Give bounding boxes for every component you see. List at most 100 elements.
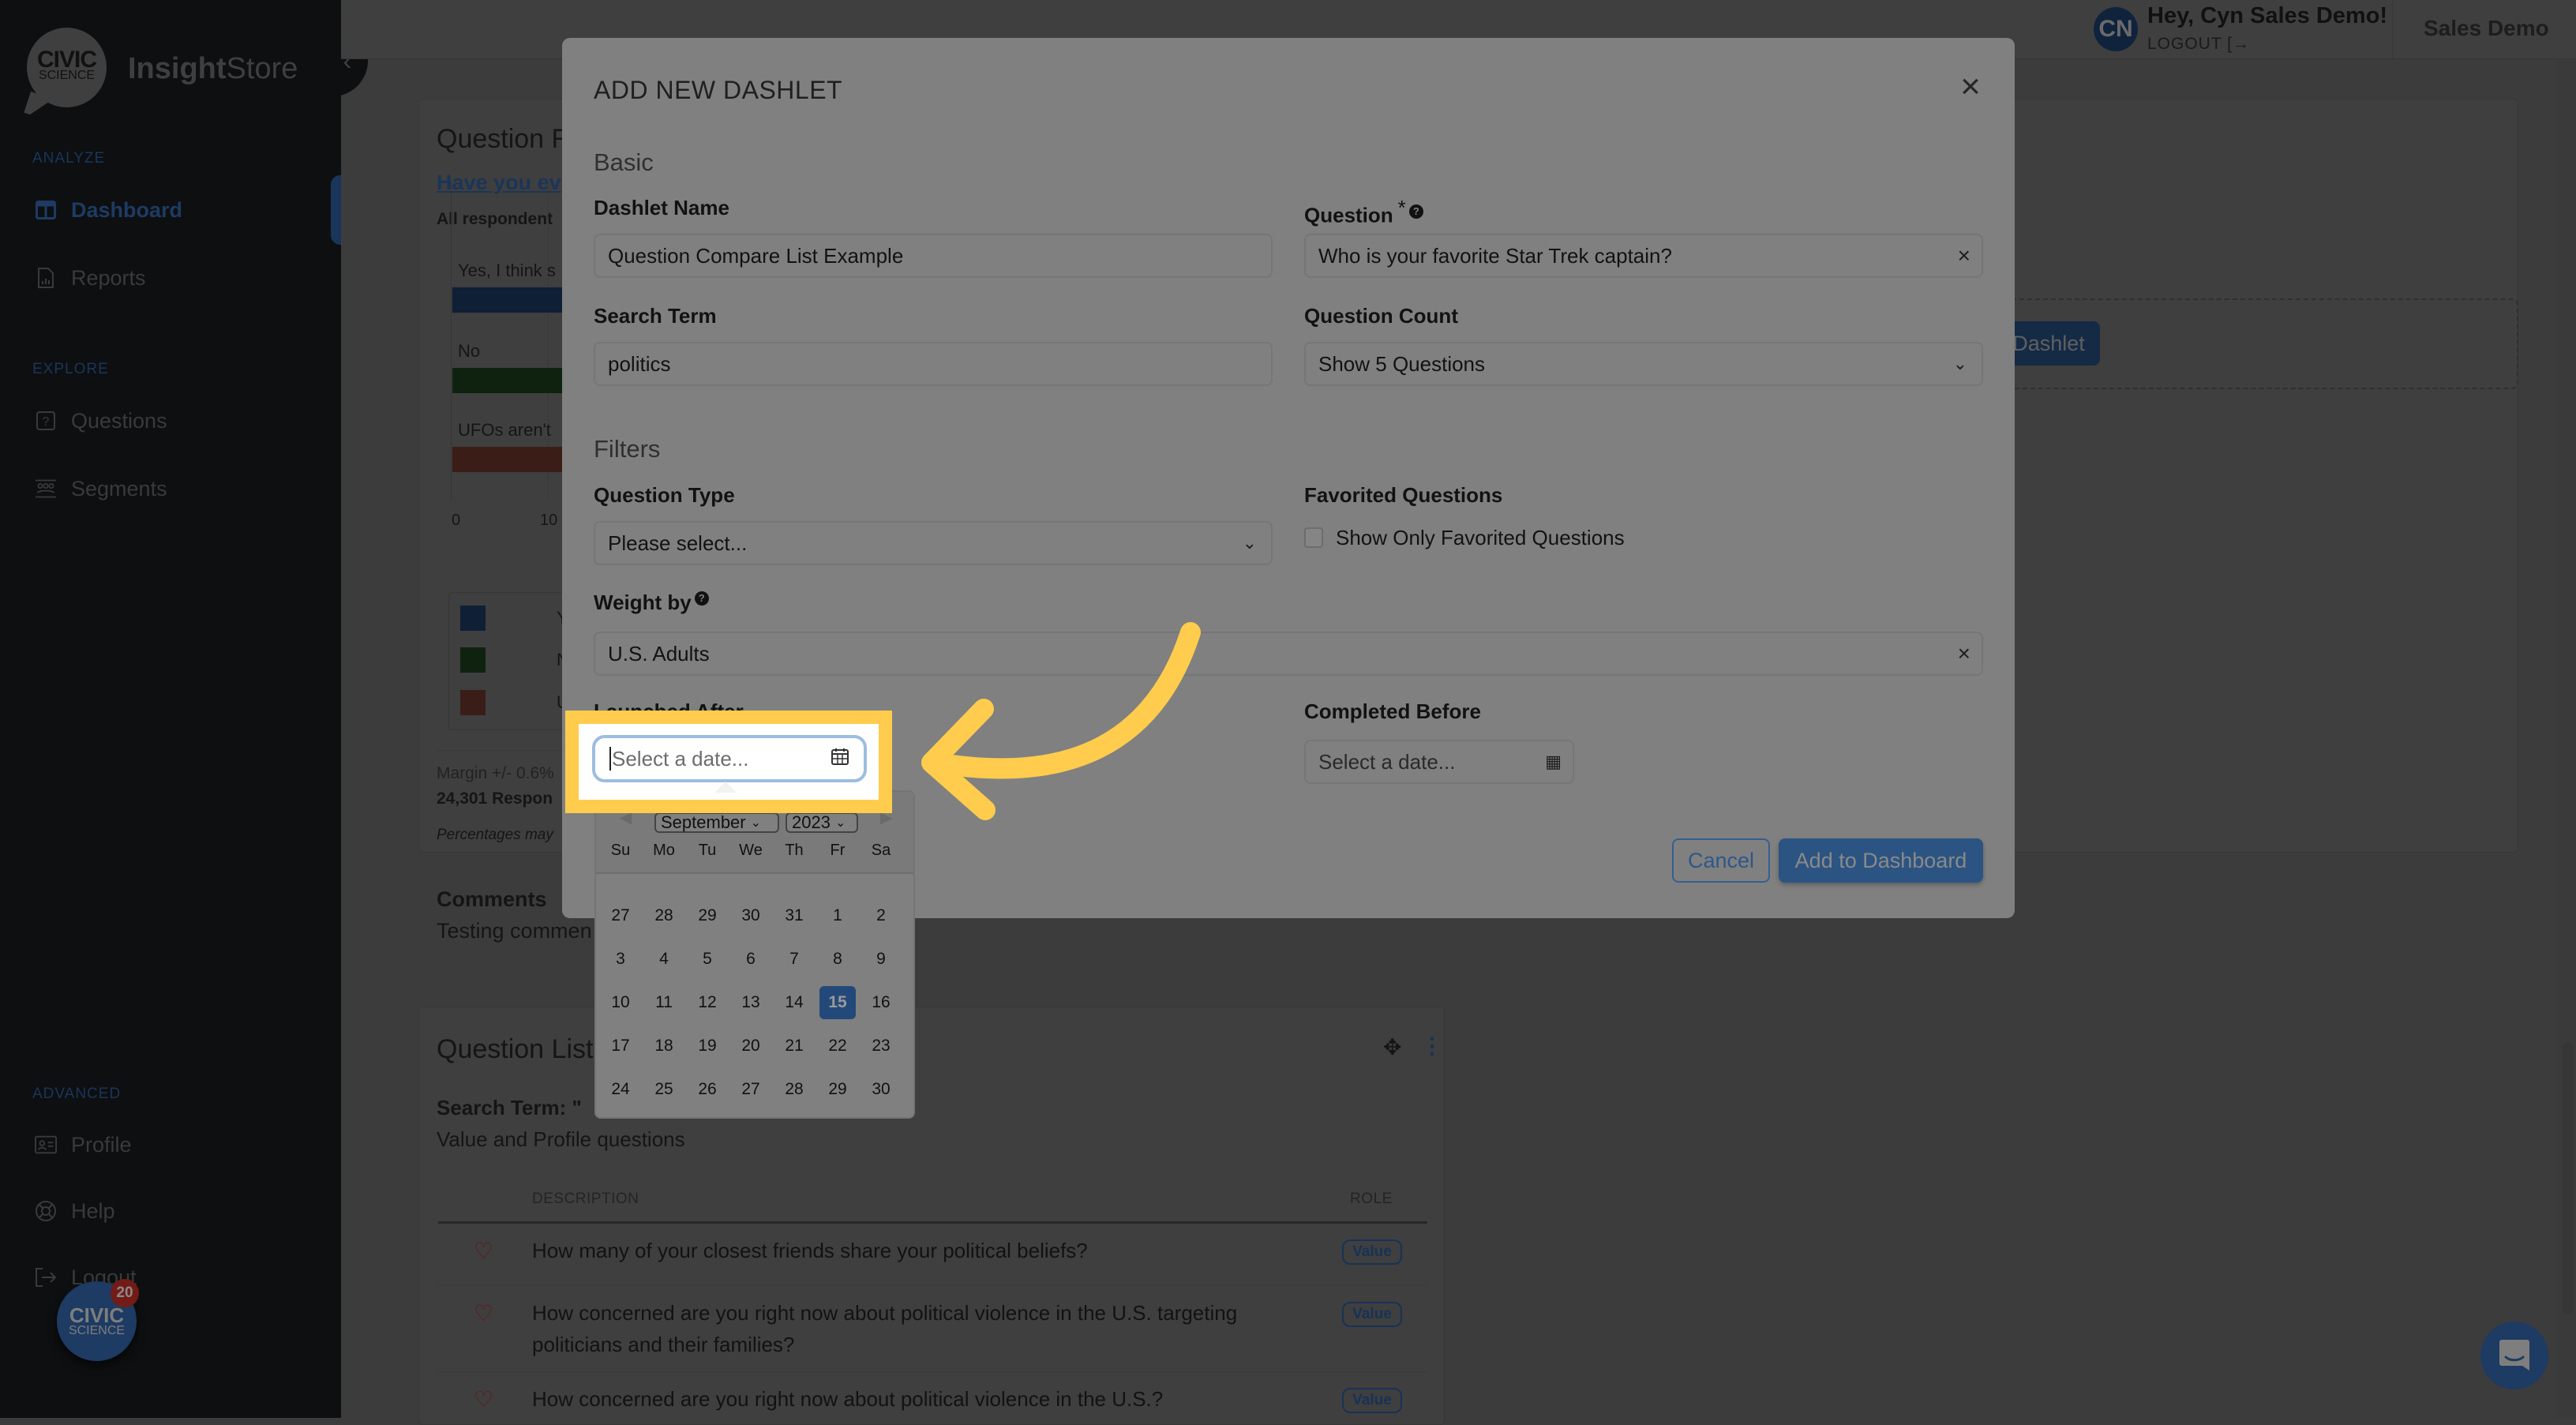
column-header-role: ROLE (1350, 1191, 1393, 1207)
calendar-day[interactable]: 11 (646, 986, 682, 1019)
heart-icon[interactable]: ♡ (474, 1238, 493, 1264)
add-to-dashboard-button[interactable]: Add to Dashboard (1779, 838, 1983, 883)
calendar-day[interactable]: 23 (863, 1029, 899, 1063)
completed-before-placeholder: Select a date... (1318, 749, 1456, 774)
help-icon[interactable]: ? (1408, 204, 1423, 219)
question-list-title: Question List (437, 1034, 594, 1064)
search-term-value: politics (608, 351, 671, 376)
bar-no (452, 368, 563, 393)
chat-button[interactable] (2480, 1322, 2548, 1389)
calendar-day[interactable]: 16 (863, 986, 899, 1019)
clear-icon[interactable]: × (1958, 641, 1970, 666)
weight-by-select[interactable]: U.S. Adults × (594, 632, 1983, 676)
weekday-label: Sa (871, 842, 891, 859)
heart-icon[interactable]: ♡ (474, 1386, 493, 1412)
calendar-day[interactable]: 18 (646, 1029, 682, 1063)
question-description[interactable]: How many of your closest friends share y… (532, 1235, 1088, 1266)
search-term-input[interactable]: politics (594, 342, 1273, 386)
calendar-day[interactable]: 8 (819, 943, 856, 976)
calendar-day[interactable]: 31 (776, 899, 812, 932)
question-count-select[interactable]: Show 5 Questions ⌄ (1304, 342, 1983, 386)
bar-yes (452, 287, 563, 313)
calendar-day[interactable]: 9 (863, 943, 899, 976)
question-description[interactable]: How concerned are you right now about po… (532, 1383, 1163, 1415)
header-divider (438, 1221, 1427, 1224)
logout-icon (35, 1266, 57, 1288)
question-label: Question *? (1304, 196, 1423, 228)
cancel-button[interactable]: Cancel (1672, 838, 1770, 883)
year-select[interactable]: 2023 ⌄ (786, 812, 858, 833)
show-favorited-label[interactable]: Show Only Favorited Questions (1336, 526, 1625, 550)
calendar-day[interactable]: 2 (863, 899, 899, 932)
calendar-day[interactable]: 17 (602, 1029, 639, 1063)
calendar-day[interactable]: 5 (689, 943, 726, 976)
calendar-day[interactable]: 26 (689, 1073, 726, 1106)
calendar-day[interactable]: 20 (733, 1029, 769, 1063)
calendar-day[interactable]: 7 (776, 943, 812, 976)
weekday-label: Th (785, 842, 804, 859)
calendar-day[interactable]: 12 (689, 986, 726, 1019)
calendar-day[interactable]: 27 (733, 1073, 769, 1106)
calendar-day[interactable]: 30 (863, 1073, 899, 1106)
logout-link[interactable]: LOGOUT [→ (2147, 35, 2250, 54)
question-description[interactable]: How concerned are you right now about po… (532, 1297, 1322, 1360)
sidebar-item-questions[interactable]: ? Questions (35, 403, 167, 439)
sidebar: CIVIC SCIENCE InsightStore ANALYZE Dashb… (0, 0, 341, 1418)
calendar-day[interactable]: 6 (733, 943, 769, 976)
calendar-day[interactable]: 4 (646, 943, 682, 976)
calendar-icon[interactable]: ▦ (1545, 752, 1562, 772)
completed-before-input[interactable]: Select a date... ▦ (1304, 740, 1574, 784)
calendar-day[interactable]: 28 (646, 899, 682, 932)
user-avatar[interactable]: CN (2094, 7, 2138, 51)
dashlet-name-value: Question Compare List Example (608, 243, 904, 268)
question-select[interactable]: Who is your favorite Star Trek captain? × (1304, 234, 1983, 278)
calendar-day[interactable]: 10 (602, 986, 639, 1019)
calendar-day[interactable]: 21 (776, 1029, 812, 1063)
sidebar-item-segments[interactable]: Segments (35, 471, 167, 507)
help-icon[interactable]: ? (694, 591, 709, 606)
sidebar-item-help[interactable]: Help (35, 1193, 115, 1229)
kebab-menu-icon[interactable]: ⋮ (1421, 1033, 1443, 1059)
weight-by-value: U.S. Adults (608, 641, 710, 666)
calendar-day[interactable]: 24 (602, 1073, 639, 1106)
bar-label: No (458, 341, 481, 361)
launched-after-input[interactable]: Select a date... (592, 735, 867, 782)
weight-by-label: Weight by? (594, 591, 709, 615)
sidebar-item-profile[interactable]: Profile (35, 1127, 132, 1163)
calendar-day[interactable]: 25 (646, 1073, 682, 1106)
show-favorited-checkbox[interactable] (1304, 527, 1323, 548)
calendar-day[interactable]: 30 (733, 899, 769, 932)
bar-ufo (452, 447, 563, 472)
calendar-day[interactable]: 3 (602, 943, 639, 976)
move-icon[interactable]: ✥ (1383, 1034, 1401, 1060)
sidebar-item-reports[interactable]: Reports (35, 260, 146, 296)
bar-label: UFOs aren't (458, 420, 551, 440)
clear-icon[interactable]: × (1958, 243, 1970, 268)
calendar-icon[interactable] (831, 747, 849, 771)
month-select[interactable]: September ⌄ (654, 812, 779, 833)
calendar-day[interactable]: 14 (776, 986, 812, 1019)
calendar-day[interactable]: 13 (733, 986, 769, 1019)
dashlet-name-input[interactable]: Question Compare List Example (594, 234, 1273, 278)
datepicker-pointer (714, 782, 737, 793)
close-icon[interactable]: × (1955, 69, 1986, 104)
scrollbar-thumb[interactable] (2563, 1042, 2574, 1314)
calendar-day[interactable]: 15 (819, 986, 856, 1019)
segments-icon (35, 478, 57, 500)
civic-science-logo[interactable]: CIVIC SCIENCE (27, 28, 107, 107)
divider (2392, 0, 2393, 59)
heart-icon[interactable]: ♡ (474, 1300, 493, 1326)
question-link[interactable]: Have you ev (437, 171, 561, 195)
calendar-day[interactable]: 28 (776, 1073, 812, 1106)
org-name[interactable]: Sales Demo (2424, 16, 2549, 41)
calendar-day[interactable]: 22 (819, 1029, 856, 1063)
weekday-label: Tu (698, 842, 717, 859)
question-type-select[interactable]: Please select... ⌄ (594, 521, 1273, 565)
calendar-day[interactable]: 29 (689, 899, 726, 932)
calendar-day[interactable]: 19 (689, 1029, 726, 1063)
calendar-day[interactable]: 29 (819, 1073, 856, 1106)
question-type-value: Please select... (608, 531, 748, 555)
calendar-day[interactable]: 27 (602, 899, 639, 932)
sidebar-item-dashboard[interactable]: Dashboard (35, 192, 182, 228)
calendar-day[interactable]: 1 (819, 899, 856, 932)
